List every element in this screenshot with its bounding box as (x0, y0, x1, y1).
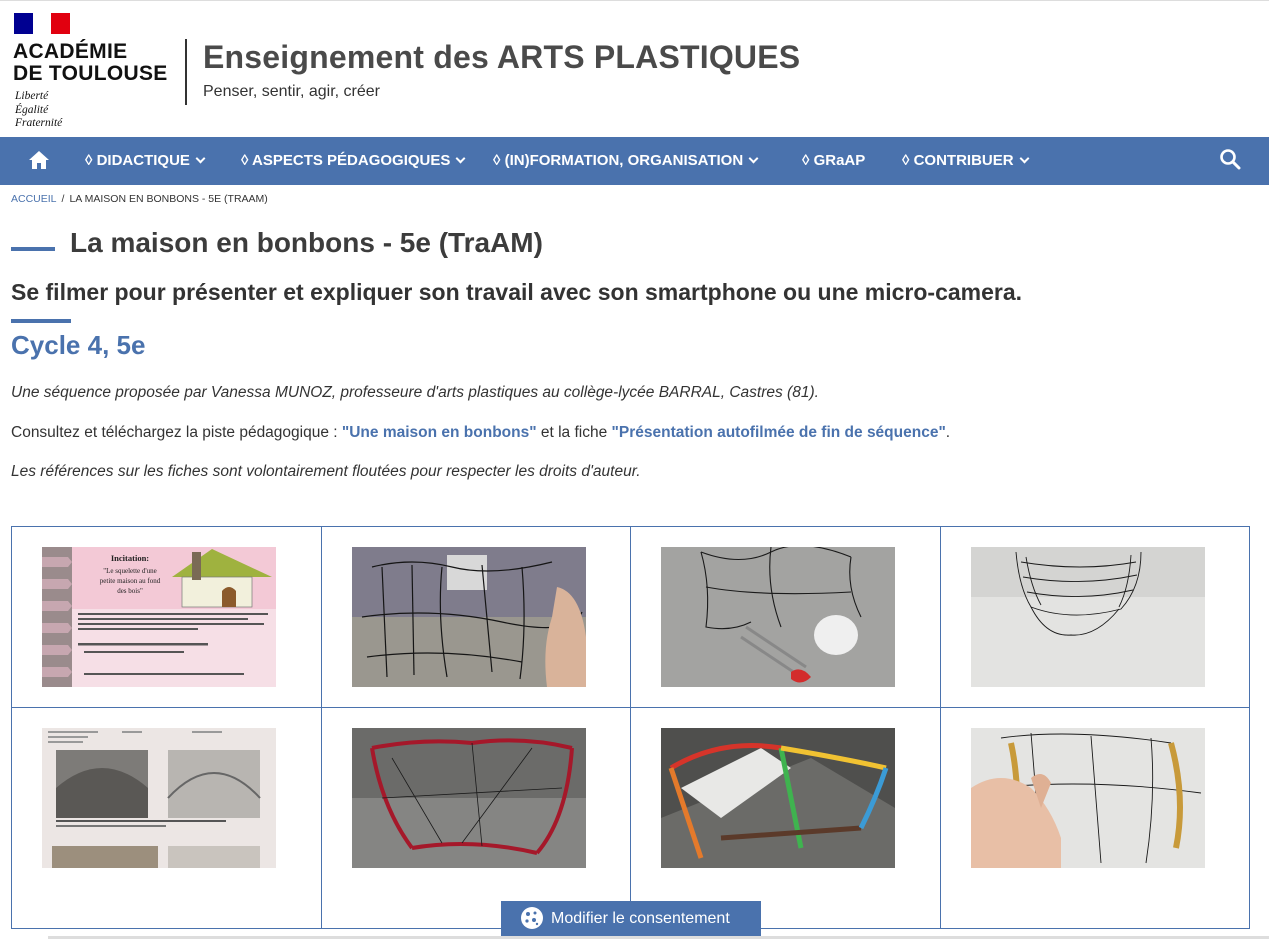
home-icon[interactable] (28, 150, 50, 170)
nav-item-label: ◊ CONTRIBUER (902, 152, 1014, 169)
nav-item-graap[interactable]: ◊ GRaAP (802, 137, 865, 185)
breadcrumb-separator: / (61, 193, 65, 205)
nav-item-aspects-pedagogiques[interactable]: ◊ ASPECTS PÉDAGOGIQUES (241, 137, 466, 185)
page-subtitle: Se filmer pour présenter et expliquer so… (11, 279, 1023, 305)
academie-logo-text[interactable]: ACADÉMIE DE TOULOUSE (13, 41, 168, 85)
chevron-down-icon (1019, 153, 1030, 164)
nav-item-information-organisation[interactable]: ◊ (IN)FORMATION, ORGANISATION (493, 137, 759, 185)
slide-quote-line-1: "Le squelette d'une (103, 567, 157, 575)
slide-quote-line-3: des bois" (117, 587, 143, 595)
breadcrumb-current: LA MAISON EN BONBONS - 5E (TRAAM) (69, 193, 268, 205)
republic-motto: Liberté Égalité Fraternité (15, 90, 62, 131)
marianne-flag-logo[interactable] (14, 13, 70, 34)
gallery-image-hands-wire[interactable] (971, 728, 1205, 868)
consent-label: Modifier le consentement (551, 910, 730, 927)
gallery-image-references[interactable] (42, 728, 276, 868)
section-heading: Cycle 4, 5e (11, 330, 146, 360)
note-paragraph: Les références sur les fiches sont volon… (11, 463, 641, 480)
section-accent-bar (11, 319, 71, 323)
main-navigation: ◊ DIDACTIQUE ◊ ASPECTS PÉDAGOGIQUES ◊ (I… (0, 137, 1269, 185)
site-header: ACADÉMIE DE TOULOUSE Liberté Égalité Fra… (0, 0, 1269, 137)
gallery-image-wire-structure[interactable] (352, 547, 586, 687)
site-title[interactable]: Enseignement des ARTS PLASTIQUES (203, 39, 800, 76)
link-presentation-autofilmee[interactable]: "Présentation autofilmée de fin de séque… (612, 424, 946, 441)
gallery-image-colorful-wires[interactable] (661, 728, 895, 868)
nav-item-label: ◊ ASPECTS PÉDAGOGIQUES (241, 152, 451, 169)
search-icon[interactable] (1219, 148, 1241, 170)
nav-item-label: ◊ (IN)FORMATION, ORGANISATION (493, 152, 744, 169)
link-une-maison-en-bonbons[interactable]: "Une maison en bonbons" (342, 424, 537, 441)
download-suffix: . (945, 424, 951, 441)
intro-paragraph: Une séquence proposée par Vanessa MUNOZ,… (11, 384, 819, 401)
nav-item-contribuer[interactable]: ◊ CONTRIBUER (902, 137, 1030, 185)
chevron-down-icon (195, 153, 206, 164)
nav-item-label: ◊ DIDACTIQUE (85, 152, 190, 169)
chevron-down-icon (748, 153, 759, 164)
download-prefix: Consultez et téléchargez la piste pédago… (11, 424, 342, 441)
cookie-icon (521, 907, 543, 929)
slide-heading: Incitation: (111, 553, 149, 563)
download-middle: et la fiche (536, 424, 612, 441)
site-subtitle: Penser, sentir, agir, créer (203, 83, 380, 100)
breadcrumb: ACCUEIL / LA MAISON EN BONBONS - 5E (TRAAM… (11, 193, 268, 205)
nav-item-didactique[interactable]: ◊ DIDACTIQUE (85, 137, 206, 185)
gallery-image-red-wire[interactable] (352, 728, 586, 868)
modify-consent-button[interactable]: Modifier le consentement (501, 901, 761, 936)
header-divider (185, 39, 187, 105)
gallery-image-incitation-slide[interactable]: Incitation: "Le squelette d'une petite m… (42, 547, 276, 687)
slide-quote-line-2: petite maison au fond (100, 577, 161, 585)
motto-fraternite: Fraternité (15, 117, 63, 129)
chevron-down-icon (455, 153, 466, 164)
nav-item-label: ◊ GRaAP (802, 152, 866, 169)
download-paragraph: Consultez et téléchargez la piste pédago… (11, 424, 950, 442)
breadcrumb-home-link[interactable]: ACCUEIL (11, 193, 57, 205)
gallery-image-spiral-wire[interactable] (971, 547, 1205, 687)
page-title: La maison en bonbons - 5e (TraAM) (70, 227, 543, 258)
image-gallery: Incitation: "Le squelette d'une petite m… (11, 526, 1250, 929)
title-accent-bar (11, 247, 55, 251)
motto-liberte: Liberté (15, 90, 49, 102)
motto-egalite: Égalité (15, 103, 49, 116)
gallery-image-wire-scissors[interactable] (661, 547, 895, 687)
